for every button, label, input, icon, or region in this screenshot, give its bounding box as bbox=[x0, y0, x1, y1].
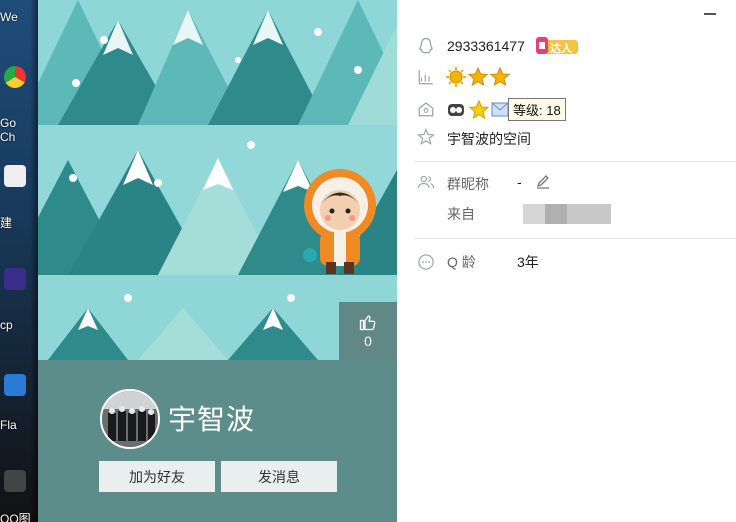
desktop-icon-label[interactable]: Fla bbox=[0, 418, 17, 432]
add-friend-button[interactable]: 加为好友 bbox=[99, 461, 215, 492]
profile-cover-panel: 0 bbox=[38, 0, 397, 522]
desktop-icon-label[interactable]: cp bbox=[0, 318, 13, 332]
profile-area bbox=[38, 360, 397, 522]
star-level-icon[interactable] bbox=[490, 67, 510, 87]
mail-icon[interactable] bbox=[491, 102, 509, 117]
talent-badge-label: 达人 bbox=[550, 43, 572, 55]
level-chart-icon bbox=[418, 70, 433, 85]
app-icon[interactable] bbox=[4, 268, 26, 290]
thumbs-up-icon bbox=[359, 315, 376, 331]
more-circle-icon bbox=[418, 254, 434, 270]
location-redacted bbox=[567, 204, 611, 224]
vip-badge-icon[interactable] bbox=[447, 101, 465, 119]
qzone-link[interactable]: 宇智波的空间 bbox=[447, 129, 531, 149]
divider bbox=[414, 161, 736, 162]
desktop-icon-label[interactable]: We bbox=[0, 10, 18, 24]
group-members-icon bbox=[417, 175, 435, 189]
desktop-background: We Go Ch 建 cp Fla QQ图 bbox=[0, 0, 40, 522]
minimize-icon[interactable] bbox=[704, 13, 716, 15]
level-tooltip: 等级: 18 bbox=[508, 98, 566, 121]
desktop-icon-label[interactable]: Ch bbox=[0, 130, 15, 144]
nickname: 宇智波 bbox=[168, 404, 256, 435]
sun-level-icon[interactable] bbox=[446, 67, 466, 87]
avatar-photo bbox=[102, 391, 158, 447]
qq-number: 2933361477 bbox=[447, 38, 525, 54]
desktop-icon-label[interactable]: Go bbox=[0, 116, 16, 130]
document-icon[interactable] bbox=[4, 165, 26, 187]
avatar[interactable] bbox=[100, 389, 160, 449]
from-label: 来自 bbox=[447, 206, 475, 222]
location-redacted bbox=[545, 204, 567, 224]
q-age-value: 3年 bbox=[517, 254, 539, 270]
chrome-icon[interactable] bbox=[4, 66, 26, 88]
edit-icon[interactable] bbox=[535, 173, 551, 189]
star-badge-icon[interactable] bbox=[469, 100, 489, 120]
desktop-icon-label[interactable]: QQ图 bbox=[0, 510, 31, 522]
send-message-button[interactable]: 发消息 bbox=[221, 461, 337, 492]
profile-info-panel: 2933361477 达人 等级: 18 宇智波的空间 群昵称 - 来自 Q 龄… bbox=[397, 0, 736, 522]
location-redacted bbox=[523, 204, 545, 224]
talent-badge[interactable]: 达人 bbox=[534, 36, 580, 56]
app-icon[interactable] bbox=[4, 374, 26, 396]
star-level-icon[interactable] bbox=[468, 67, 488, 87]
divider bbox=[414, 238, 736, 239]
image-icon[interactable] bbox=[4, 470, 26, 492]
house-icon bbox=[418, 102, 434, 117]
group-nickname-value: - bbox=[517, 174, 522, 190]
like-count: 0 bbox=[364, 333, 372, 349]
group-nickname-label: 群昵称 bbox=[447, 176, 489, 192]
star-outline-icon bbox=[417, 128, 435, 145]
q-age-label: Q 龄 bbox=[447, 254, 476, 270]
desktop-icon-label[interactable]: 建 bbox=[0, 214, 12, 231]
like-button[interactable]: 0 bbox=[339, 302, 397, 360]
penguin-icon bbox=[419, 37, 433, 54]
